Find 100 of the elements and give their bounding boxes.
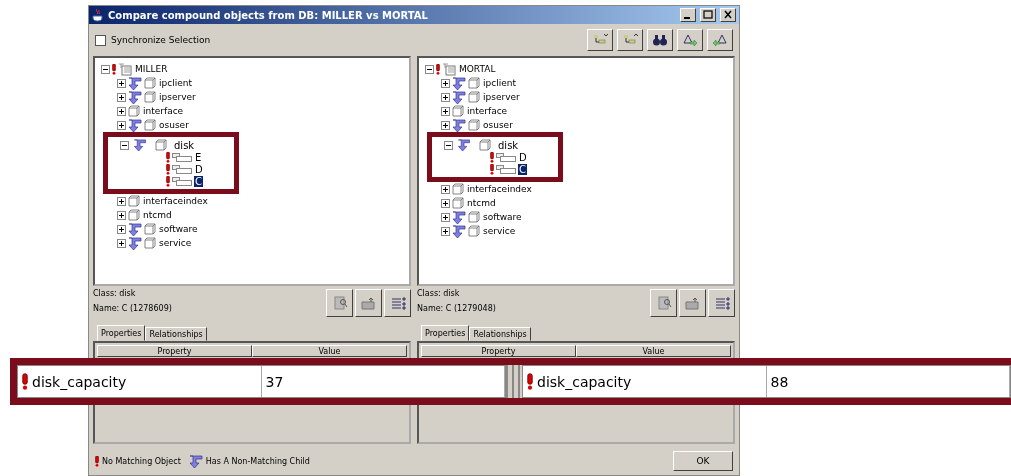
tree-node-label[interactable]: ipserver: [482, 92, 521, 102]
expand-icon[interactable]: [117, 92, 126, 102]
exclamation-icon: [22, 372, 28, 391]
expand-icon[interactable]: [117, 210, 126, 220]
window-title: Compare compound objects from DB: MILLER vs MORTAL: [108, 9, 429, 21]
class-label: Class: disk: [417, 289, 461, 298]
toolbar-button[interactable]: [707, 29, 733, 51]
cube-icon: [144, 77, 156, 89]
cube-icon: [468, 77, 480, 89]
expand-icon[interactable]: [441, 78, 450, 88]
panel-button[interactable]: [384, 289, 411, 317]
arrow-down-icon: [452, 224, 466, 238]
cube-icon: [452, 197, 464, 209]
name-label: Name: C (1278609): [93, 304, 173, 313]
table-cell: disk_capacity: [523, 366, 767, 397]
tree-node-label[interactable]: ipserver: [158, 92, 197, 102]
tree-node-label[interactable]: interface: [466, 106, 509, 116]
cube-icon: [452, 105, 464, 117]
tree-node-label[interactable]: C: [518, 163, 527, 175]
expand-icon[interactable]: [441, 212, 450, 222]
expand-icon[interactable]: [441, 120, 450, 130]
close-button[interactable]: [720, 8, 736, 22]
arrow-right-icon: [682, 33, 698, 47]
expand-icon[interactable]: [441, 226, 450, 236]
tree-node-label[interactable]: disk: [173, 139, 196, 151]
arrow-down-icon: [455, 139, 473, 151]
expand-icon[interactable]: [441, 198, 450, 208]
toolbar-button[interactable]: [617, 29, 643, 51]
maximize-button[interactable]: [700, 8, 716, 22]
panel-button[interactable]: [355, 289, 382, 317]
panel-button[interactable]: [650, 289, 677, 317]
expand-icon[interactable]: [117, 78, 126, 88]
arrow-down-icon: [452, 210, 466, 224]
database-icon: [118, 62, 132, 76]
tree-node-label[interactable]: C: [194, 175, 203, 187]
tab[interactable]: Properties: [421, 325, 470, 341]
tree-node-label[interactable]: service: [482, 226, 517, 236]
tree-node-label[interactable]: osuser: [482, 120, 514, 130]
tree-node-label[interactable]: ntcmd: [466, 198, 497, 208]
tree-node-label[interactable]: interfaceindex: [466, 184, 533, 194]
synchronize-checkbox[interactable]: Synchronize Selection: [95, 34, 583, 46]
table-cell: 88: [766, 366, 1010, 397]
collapse-icon[interactable]: [120, 140, 129, 150]
column-header[interactable]: Property: [421, 345, 576, 357]
toolbar-button[interactable]: [647, 29, 673, 51]
disk-item-icon: [172, 152, 192, 162]
column-divider-handle: [506, 365, 522, 398]
tree-node-label[interactable]: software: [482, 212, 523, 222]
column-header[interactable]: Value: [252, 345, 407, 357]
tree-node-label[interactable]: ntcmd: [142, 210, 173, 220]
panel-button[interactable]: [679, 289, 706, 317]
expand-icon[interactable]: [441, 92, 450, 102]
table-cell: disk_capacity: [18, 366, 262, 397]
exclamation-icon: [112, 63, 116, 75]
expand-icon[interactable]: [441, 106, 450, 116]
folder-upload-icon: [684, 296, 701, 310]
tree-node-label[interactable]: MORTAL: [458, 64, 497, 74]
arrow-down-icon: [452, 90, 466, 104]
expand-icon[interactable]: [441, 184, 450, 194]
tree-node-label[interactable]: ipclient: [158, 78, 193, 88]
legend-label: Has A Non-Matching Child: [205, 456, 310, 466]
exclamation-icon: [95, 455, 99, 467]
cube-icon: [128, 209, 140, 221]
tab[interactable]: Relationships: [145, 327, 207, 341]
tab[interactable]: Properties: [97, 325, 146, 341]
expand-icon[interactable]: [117, 106, 126, 116]
tree-node-label[interactable]: MILLER: [134, 64, 169, 74]
panel-button[interactable]: [326, 289, 353, 317]
tree-node-label[interactable]: E: [194, 151, 203, 163]
column-header[interactable]: Value: [576, 345, 731, 357]
tree-expand-icon: [592, 33, 608, 47]
tree-node-label[interactable]: D: [518, 151, 528, 163]
panel-button[interactable]: [708, 289, 735, 317]
arrow-down-icon: [452, 118, 466, 132]
tree-node-label[interactable]: ipclient: [482, 78, 517, 88]
tree-node-label[interactable]: interfaceindex: [142, 196, 209, 206]
collapse-icon[interactable]: [101, 64, 110, 74]
collapse-icon[interactable]: [444, 140, 453, 150]
tree-node-label[interactable]: osuser: [158, 120, 190, 130]
tree-node-label[interactable]: software: [158, 224, 199, 234]
coffee-cup-icon: [92, 8, 104, 22]
tree-node-label[interactable]: D: [194, 163, 204, 175]
tree-node-label[interactable]: interface: [142, 106, 185, 116]
expand-icon[interactable]: [117, 238, 126, 248]
column-header[interactable]: Property: [97, 345, 252, 357]
tree-node-label[interactable]: disk: [497, 139, 520, 151]
expand-icon[interactable]: [117, 120, 126, 130]
arrow-down-icon: [128, 222, 142, 236]
minimize-button[interactable]: [680, 8, 696, 22]
exclamation-icon: [527, 372, 533, 391]
tree-node-label[interactable]: service: [158, 238, 193, 248]
collapse-icon[interactable]: [425, 64, 434, 74]
toolbar-button[interactable]: [587, 29, 613, 51]
expand-icon[interactable]: [117, 224, 126, 234]
toolbar-button[interactable]: [677, 29, 703, 51]
cube-icon: [468, 91, 480, 103]
ok-button[interactable]: OK: [673, 451, 733, 471]
tab[interactable]: Relationships: [469, 327, 531, 341]
table-cell: 37: [261, 366, 505, 397]
expand-icon[interactable]: [117, 196, 126, 206]
